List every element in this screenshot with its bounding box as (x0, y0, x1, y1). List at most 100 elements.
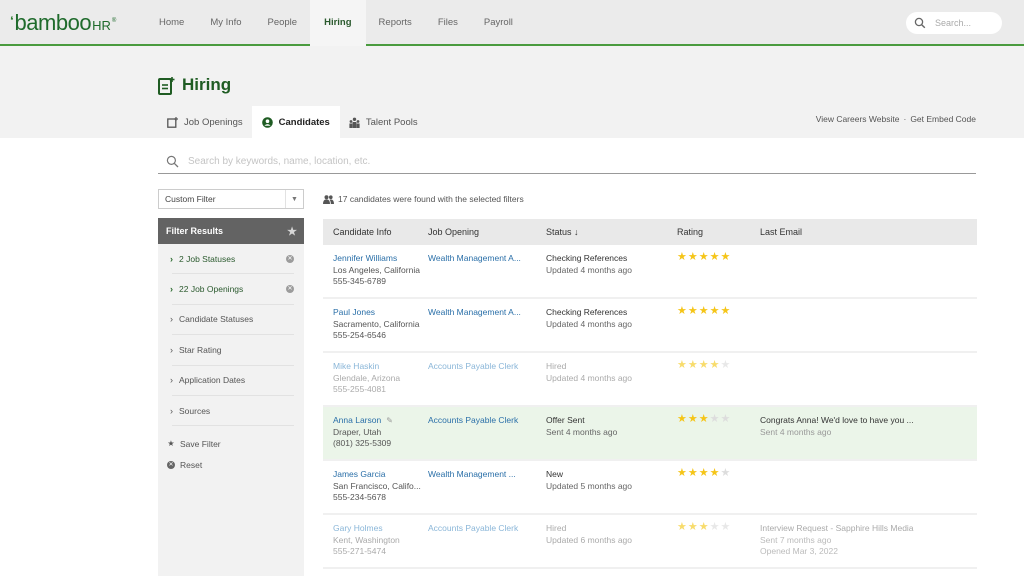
rating-cell: ★ ★ ★ ★ ★ (677, 360, 760, 371)
star-icon[interactable]: ★ (710, 252, 720, 263)
star-icon[interactable]: ★ (677, 360, 687, 371)
nav-people[interactable]: People (255, 0, 311, 46)
filter-star-rating[interactable]: › Star Rating (170, 335, 294, 366)
star-icon[interactable]: ★ (710, 522, 720, 533)
star-icon[interactable]: ★ (710, 414, 720, 425)
star-icon[interactable]: ★ (677, 522, 687, 533)
star-icon[interactable]: ★ (710, 360, 720, 371)
candidate-name-link[interactable]: Anna Larson (333, 415, 381, 425)
logo-suffix: HR (92, 18, 111, 33)
star-rating[interactable]: ★ ★ ★ ★ ★ (677, 360, 760, 371)
star-icon[interactable]: ★ (677, 468, 687, 479)
column-rating[interactable]: Rating (677, 227, 760, 237)
filter-candidate-statuses[interactable]: › Candidate Statuses (170, 305, 294, 336)
get-embed-code-link[interactable]: Get Embed Code (910, 114, 976, 124)
chevron-right-icon: › (170, 405, 173, 416)
filter-job-openings[interactable]: › 22 Job Openings ✕ (170, 274, 294, 305)
star-icon[interactable]: ★ (721, 360, 731, 371)
table-row[interactable]: Mike Haskin Glendale, Arizona 555-255-4081… (323, 353, 977, 407)
tab-job-openings[interactable]: Job Openings (158, 106, 252, 138)
nav-hiring[interactable]: Hiring (310, 0, 366, 46)
star-icon[interactable]: ★ (677, 306, 687, 317)
star-icon[interactable]: ★ (721, 522, 731, 533)
table-row[interactable]: Jennifer Williams Los Angeles, California… (323, 245, 977, 299)
tab-candidates[interactable]: Candidates (251, 106, 340, 138)
filter-actions: ★ Save Filter ✕ Reset (158, 433, 304, 475)
star-icon[interactable]: ★ (699, 414, 709, 425)
filter-sources[interactable]: › Sources (170, 396, 294, 427)
star-rating[interactable]: ★ ★ ★ ★ ★ (677, 468, 760, 479)
star-icon[interactable]: ★ (699, 360, 709, 371)
column-candidate-info[interactable]: Candidate Info (323, 227, 428, 237)
table-row[interactable]: James Garcia San Francisco, Califo... 555-… (323, 461, 977, 515)
candidate-name-link[interactable]: James Garcia (333, 469, 385, 479)
star-icon[interactable]: ★ (710, 306, 720, 317)
filter-job-statuses[interactable]: › 2 Job Statuses ✕ (170, 244, 294, 275)
star-rating[interactable]: ★ ★ ★ ★ ★ (677, 252, 760, 263)
table-row[interactable]: Paul Jones Sacramento, California 555-254-… (323, 299, 977, 353)
nav-my-info[interactable]: My Info (197, 0, 254, 46)
candidate-location: San Francisco, Califo... (333, 480, 421, 491)
filter-select[interactable]: Custom Filter ▼ (158, 189, 304, 209)
reset-filter-button[interactable]: ✕ Reset (167, 454, 304, 475)
star-icon[interactable]: ★ (721, 306, 731, 317)
star-icon[interactable]: ★ (699, 468, 709, 479)
job-opening-link[interactable]: Accounts Payable Clerk (428, 415, 518, 425)
star-icon[interactable]: ★ (688, 252, 698, 263)
view-careers-website-link[interactable]: View Careers Website (816, 114, 900, 124)
star-icon[interactable]: ★ (721, 468, 731, 479)
candidate-name-link[interactable]: Gary Holmes (333, 523, 383, 533)
candidate-name-link[interactable]: Jennifer Williams (333, 253, 397, 263)
star-icon[interactable]: ★ (699, 306, 709, 317)
star-icon[interactable]: ★ (677, 414, 687, 425)
job-opening-link[interactable]: Accounts Payable Clerk (428, 361, 518, 371)
nav-home[interactable]: Home (146, 0, 197, 46)
filter-application-dates[interactable]: › Application Dates (170, 366, 294, 396)
nav-payroll[interactable]: Payroll (471, 0, 526, 46)
star-icon[interactable]: ★ (721, 252, 731, 263)
star-icon[interactable]: ★ (688, 468, 698, 479)
last-email-subject[interactable]: Interview Request - Sapphire Hills Media (760, 523, 977, 535)
column-last-email[interactable]: Last Email (760, 227, 977, 237)
candidate-location: Kent, Washington (333, 534, 400, 545)
chevron-right-icon: › (170, 344, 173, 355)
star-icon[interactable]: ★ (721, 414, 731, 425)
table-row[interactable]: Anna Larson ✎ Draper, Utah (801) 325-5309 Ac… (323, 407, 977, 461)
column-job-opening[interactable]: Job Opening (428, 227, 546, 237)
candidate-phone: 555-255-4081 (333, 384, 386, 394)
star-icon[interactable]: ★ (688, 360, 698, 371)
tab-label: Talent Pools (365, 116, 418, 128)
save-filter-button[interactable]: ★ Save Filter (167, 433, 304, 454)
star-icon[interactable]: ★ (287, 225, 297, 238)
star-rating[interactable]: ★ ★ ★ ★ ★ (677, 306, 760, 317)
candidate-name-link[interactable]: Paul Jones (333, 307, 375, 317)
star-icon[interactable]: ★ (688, 522, 698, 533)
job-opening-link[interactable]: Wealth Management ... (428, 469, 516, 479)
star-icon[interactable]: ★ (699, 252, 709, 263)
bamboohr-logo[interactable]: ❛ bamboo HR ® (10, 10, 116, 35)
job-opening-link[interactable]: Wealth Management A... (428, 307, 521, 317)
job-opening-link[interactable]: Accounts Payable Clerk (428, 523, 518, 533)
clear-filter-icon[interactable]: ✕ (286, 254, 294, 263)
job-opening-link[interactable]: Wealth Management A... (428, 253, 521, 263)
nav-files[interactable]: Files (425, 0, 471, 46)
star-rating[interactable]: ★ ★ ★ ★ ★ (677, 522, 760, 533)
star-icon[interactable]: ★ (677, 252, 687, 263)
candidate-name-link[interactable]: Mike Haskin (333, 361, 379, 371)
star-icon[interactable]: ★ (710, 468, 720, 479)
pencil-icon[interactable]: ✎ (386, 415, 393, 427)
clear-filter-icon[interactable]: ✕ (286, 285, 294, 294)
last-email-subject[interactable]: Congrats Anna! We'd love to have you ... (760, 415, 977, 427)
tab-talent-pools[interactable]: Talent Pools (340, 106, 427, 138)
nav-reports[interactable]: Reports (366, 0, 425, 46)
candidate-search-input[interactable]: Search by keywords, name, location, etc. (158, 150, 976, 174)
star-icon[interactable]: ★ (688, 306, 698, 317)
result-count: 17 candidates were found with the select… (323, 194, 524, 204)
column-status[interactable]: Status ↓ (546, 227, 677, 237)
star-rating[interactable]: ★ ★ ★ ★ ★ (677, 414, 760, 425)
global-search-input[interactable]: Search... (906, 12, 1002, 34)
star-icon[interactable]: ★ (688, 414, 698, 425)
rating-cell: ★ ★ ★ ★ ★ (677, 468, 760, 479)
star-icon[interactable]: ★ (699, 522, 709, 533)
table-row[interactable]: Gary Holmes Kent, Washington 555-271-5474 A… (323, 515, 977, 569)
